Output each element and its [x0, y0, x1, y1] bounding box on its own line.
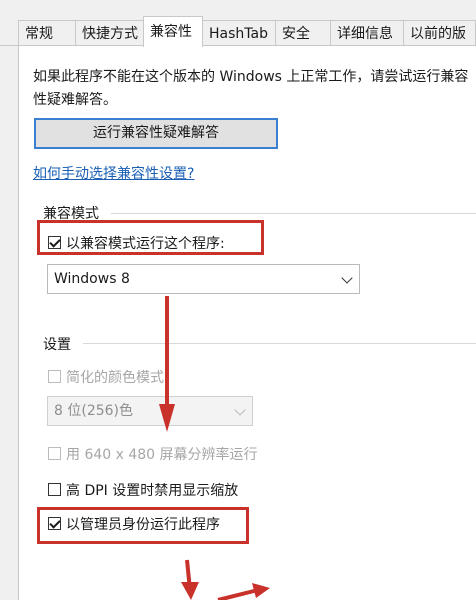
os-version-value: Windows 8	[54, 271, 130, 287]
res640-row: 用 640 x 480 屏幕分辨率运行	[48, 444, 258, 464]
manual-settings-link[interactable]: 如何手动选择兼容性设置?	[33, 163, 194, 183]
color-depth-value: 8 位(256)色	[54, 403, 134, 419]
tab-security[interactable]: 安全	[275, 20, 331, 46]
tab-label: HashTab	[209, 26, 268, 42]
dpi-row[interactable]: 高 DPI 设置时禁用显示缩放	[48, 480, 238, 500]
admin-highlight-box	[37, 507, 249, 544]
res640-label: 用 640 x 480 屏幕分辨率运行	[66, 447, 258, 463]
reduced-color-row: 简化的颜色模式	[48, 367, 164, 387]
tab-general[interactable]: 常规	[18, 20, 76, 46]
os-version-select[interactable]: Windows 8	[47, 264, 360, 294]
chevron-down-icon	[341, 272, 353, 284]
tab-label: 常规	[25, 26, 53, 42]
dpi-checkbox[interactable]	[48, 483, 61, 496]
color-depth-select: 8 位(256)色	[47, 396, 253, 426]
tab-label: 安全	[282, 26, 310, 42]
tab-details[interactable]: 详细信息	[330, 20, 404, 46]
dpi-label: 高 DPI 设置时禁用显示缩放	[66, 483, 239, 499]
tab-label: 兼容性	[150, 24, 192, 40]
tab-shortcut[interactable]: 快捷方式	[75, 20, 144, 46]
group-divider	[83, 343, 476, 344]
settings-group-label: 设置	[43, 334, 75, 354]
tab-label: 快捷方式	[82, 26, 138, 42]
tab-compatibility[interactable]: 兼容性	[143, 16, 203, 47]
tab-hashtab[interactable]: HashTab	[202, 20, 276, 46]
description-text: 如果此程序不能在这个版本的 Windows 上正常工作，请尝试运行兼容性疑难解答…	[33, 69, 469, 108]
chevron-down-icon	[234, 404, 246, 416]
tab-label: 以前的版	[410, 26, 466, 42]
reduced-color-label: 简化的颜色模式	[66, 370, 164, 386]
group-divider	[111, 213, 476, 214]
reduced-color-checkbox	[48, 370, 61, 383]
run-troubleshooter-button[interactable]: 运行兼容性疑难解答	[34, 118, 278, 149]
tab-bar: 常规 快捷方式 兼容性 HashTab 安全 详细信息 以前的版	[0, 0, 476, 47]
tab-previous-versions[interactable]: 以前的版	[403, 20, 476, 46]
tab-label: 详细信息	[337, 26, 393, 42]
compat-mode-highlight-box	[37, 220, 264, 255]
res640-checkbox	[48, 447, 61, 460]
